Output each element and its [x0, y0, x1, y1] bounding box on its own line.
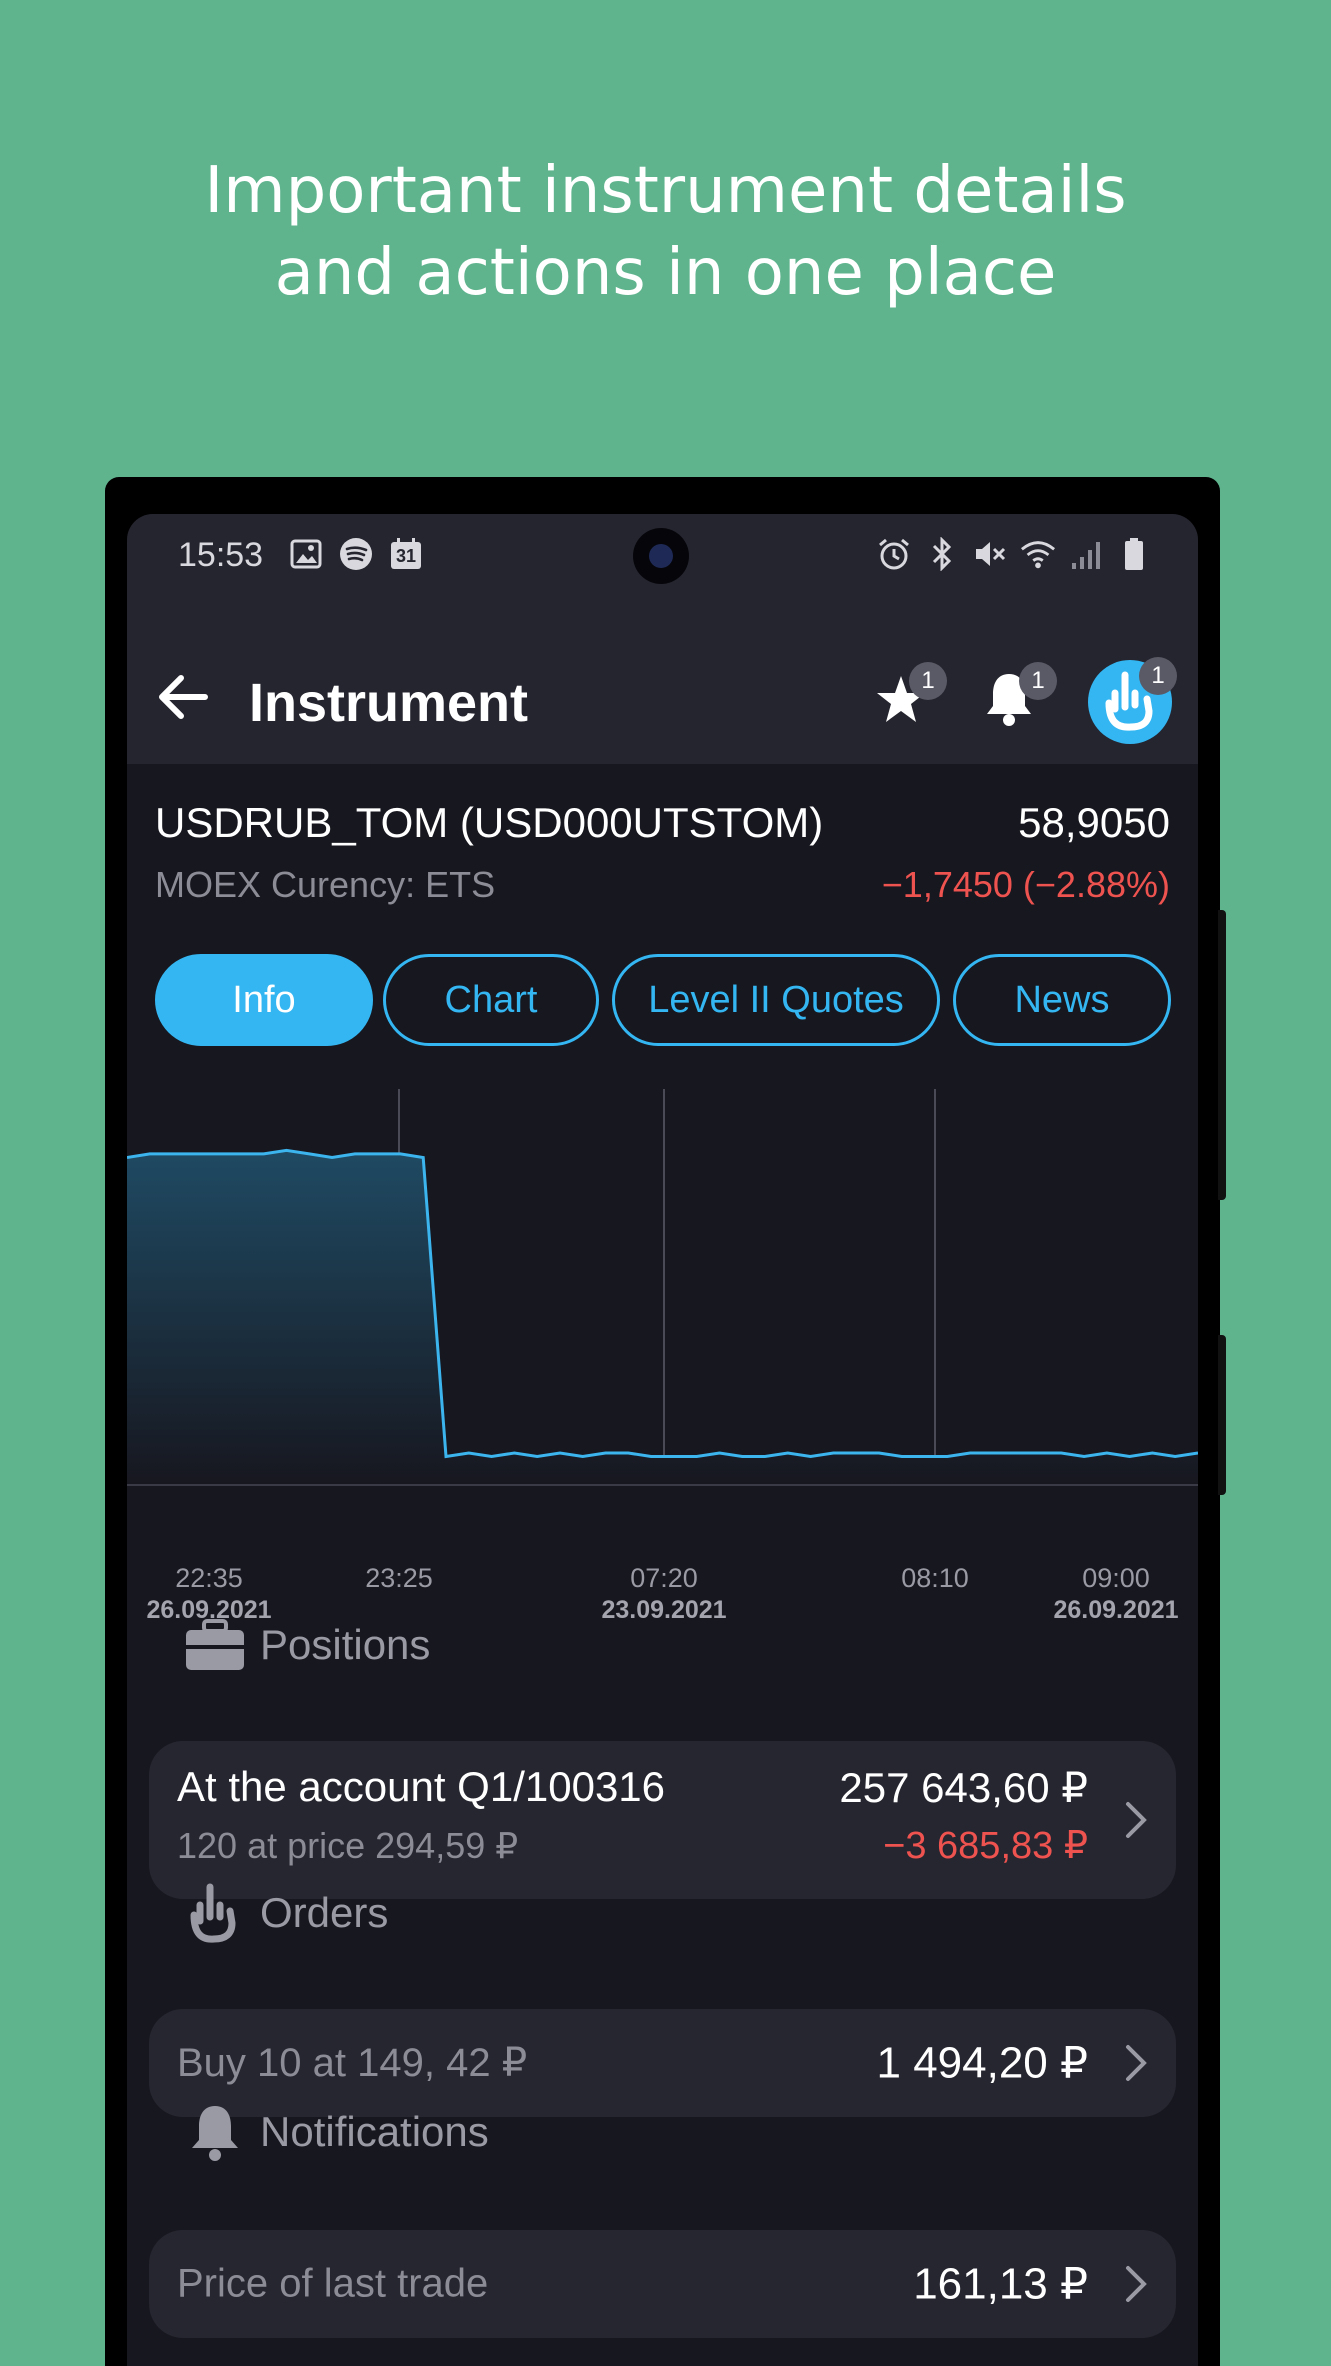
price-area: [127, 1150, 1198, 1485]
x-tick-5-time: 09:00: [1082, 1563, 1150, 1593]
orders-button[interactable]: 1: [1087, 657, 1177, 745]
headline: Important instrument details and actions…: [0, 150, 1331, 314]
status-icons-left: 31: [288, 536, 424, 572]
tab-info[interactable]: Info: [155, 954, 373, 1046]
mute-icon: [972, 536, 1008, 572]
tab-chart[interactable]: Chart: [383, 954, 599, 1046]
notification-value: 161,13 ₽: [913, 2259, 1088, 2309]
calendar-icon: 31: [388, 536, 424, 572]
status-time: 15:53: [178, 536, 264, 574]
signal-icon: [1068, 536, 1104, 572]
wifi-icon: [1020, 536, 1056, 572]
position-pnl: −3 685,83 ₽: [883, 1825, 1088, 1867]
gallery-icon: [288, 536, 324, 572]
chevron-right-icon: [1126, 2266, 1147, 2302]
headline-line-2: and actions in one place: [274, 236, 1057, 310]
power-button: [1218, 1335, 1226, 1495]
instrument-name: USDRUB_TOM (USD000UTSTOM): [155, 799, 824, 846]
positions-heading: Positions: [184, 1614, 430, 1676]
x-tick-1-time: 22:35: [175, 1563, 243, 1593]
notification-card[interactable]: Price of last trade 161,13 ₽: [149, 2230, 1176, 2338]
page-title: Instrument: [249, 673, 529, 733]
x-tick-3-date: 23.09.2021: [601, 1596, 727, 1624]
app-screen: 15:53 31 Instrument 1 1 1 USDRUB_TOM (US…: [127, 514, 1198, 2366]
position-details: 120 at price 294,59 ₽: [177, 1825, 519, 1866]
notification-description: Price of last trade: [177, 2261, 489, 2306]
x-tick-2-time: 23:25: [365, 1563, 433, 1593]
x-tick-3: 07:20 23.09.2021: [601, 1562, 726, 1626]
x-tick-4: 08:10: [901, 1562, 969, 1594]
calendar-day: 31: [395, 546, 417, 566]
volume-button: [1218, 910, 1226, 1200]
alerts-badge: 1: [1019, 662, 1057, 700]
notifications-title: Notifications: [260, 2108, 489, 2155]
headline-line-1: Important instrument details: [204, 154, 1127, 228]
instrument-change: −1,7450 (−2.88%): [881, 864, 1170, 905]
x-tick-2: 23:25: [365, 1562, 433, 1594]
instrument-exchange: MOEX Curency: ETS: [155, 864, 496, 905]
orders-badge: 1: [1139, 657, 1177, 695]
tab-level-ii-quotes[interactable]: Level II Quotes: [612, 954, 940, 1046]
x-tick-3-time: 07:20: [630, 1563, 698, 1593]
alarm-icon: [876, 536, 912, 572]
notifications-heading: Notifications: [184, 2101, 489, 2163]
x-tick-5: 09:00 26.09.2021: [1053, 1562, 1178, 1626]
hand-icon: [184, 1882, 246, 1944]
status-icons-right: [876, 536, 1152, 572]
spotify-icon: [338, 536, 374, 572]
position-account: At the account Q1/100316: [177, 1763, 666, 1810]
chevron-right-icon: [1126, 2045, 1147, 2081]
position-card[interactable]: At the account Q1/100316 120 at price 29…: [149, 1741, 1176, 1899]
order-description: Buy 10 at 149, 42 ₽: [177, 2041, 528, 2085]
bluetooth-icon: [924, 536, 960, 572]
order-value: 1 494,20 ₽: [876, 2038, 1089, 2088]
top-bar: 15:53 31 Instrument 1 1 1: [127, 514, 1198, 764]
alerts-button[interactable]: 1: [981, 662, 1057, 732]
x-tick-4-time: 08:10: [901, 1563, 969, 1593]
price-chart[interactable]: [127, 1089, 1198, 1489]
position-value: 257 643,60 ₽: [839, 1764, 1088, 1811]
battery-icon: [1116, 536, 1152, 572]
favorites-badge: 1: [909, 662, 947, 700]
back-arrow-icon[interactable]: [153, 667, 213, 727]
briefcase-icon: [184, 1614, 246, 1676]
bell-icon: [184, 2101, 246, 2163]
x-tick-5-date: 26.09.2021: [1053, 1596, 1179, 1624]
chevron-right-icon: [1126, 1802, 1147, 1838]
tab-news[interactable]: News: [953, 954, 1171, 1046]
instrument-price: 58,9050: [1018, 799, 1170, 846]
positions-title: Positions: [260, 1621, 431, 1668]
orders-title: Orders: [260, 1889, 389, 1936]
orders-heading: Orders: [184, 1882, 388, 1944]
favorites-button[interactable]: 1: [873, 662, 947, 732]
front-camera: [633, 528, 689, 584]
